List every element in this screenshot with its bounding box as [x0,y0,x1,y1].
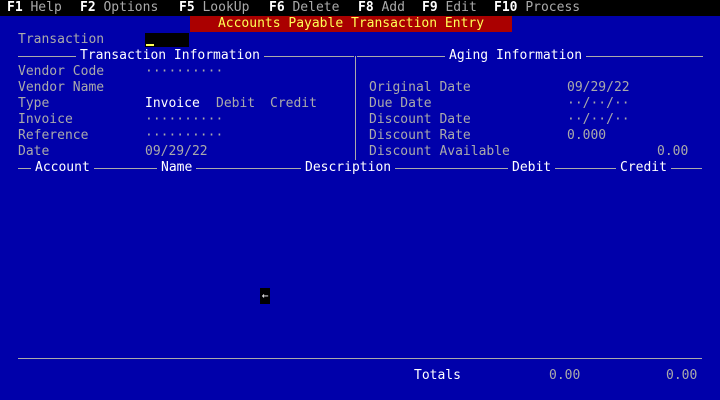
menu-item-process[interactable]: F10 Process [494,0,580,16]
menu-label: Add [381,0,405,15]
transaction-info-heading: Transaction Information [76,48,265,64]
menu-key: F1 [7,0,23,15]
totals-credit: 0.00 [666,368,698,383]
column-header-debit: Debit [508,160,556,176]
reference-field[interactable]: ·········· [145,128,223,144]
menu-key: F10 [494,0,518,15]
invoice-field[interactable]: ·········· [145,112,223,128]
menu-label: Process [525,0,581,15]
column-header-credit: Credit [616,160,671,176]
menu-item-edit[interactable]: F9 Edit [422,0,477,16]
totals-label: Totals [414,368,461,383]
menu-label: Delete [292,0,340,15]
function-key-menu-bar: F1 Help F2 Options F5 LookUp F6 Delete F… [0,0,720,16]
discount-date-field[interactable]: ··/··/·· [567,112,630,128]
menu-key: F8 [358,0,374,15]
menu-item-delete[interactable]: F6 Delete [269,0,339,16]
discount-available-field[interactable]: 0.00 [657,144,688,160]
discount-date-label: Discount Date [369,112,471,127]
menu-label: Options [103,0,159,15]
column-header-name: Name [157,160,197,176]
column-header-description: Description [301,160,396,176]
column-header-account: Account [31,160,94,176]
vendor-code-field[interactable]: ·········· [145,64,223,80]
discount-available-label: Discount Available [369,144,510,159]
type-option-debit[interactable]: Debit [216,96,255,112]
menu-key: F2 [80,0,96,15]
menu-item-options[interactable]: F2 Options [80,0,158,16]
vendor-name-label: Vendor Name [18,80,105,95]
aging-info-heading: Aging Information [445,48,587,64]
menu-label: LookUp [202,0,250,15]
menu-item-help[interactable]: F1 Help [7,0,62,16]
menu-label: Help [30,0,62,15]
due-date-label: Due Date [369,96,432,111]
type-label: Type [18,96,50,111]
due-date-field[interactable]: ··/··/·· [567,96,630,112]
date-label: Date [18,144,50,159]
text-cursor [146,44,154,46]
menu-key: F5 [179,0,195,15]
original-date-label: Original Date [369,80,471,95]
menu-item-lookup[interactable]: F5 LookUp [179,0,249,16]
type-option-invoice[interactable]: Invoice [145,96,200,112]
vendor-code-label: Vendor Code [18,64,105,79]
discount-rate-label: Discount Rate [369,128,471,143]
mouse-pointer: ← [260,288,270,304]
totals-rule [18,358,702,359]
original-date-field[interactable]: 09/29/22 [567,80,630,96]
date-field[interactable]: 09/29/22 [145,144,208,160]
transaction-label: Transaction [18,32,105,47]
totals-debit: 0.00 [549,368,581,383]
window-title: Accounts Payable Transaction Entry [190,16,512,32]
discount-rate-field[interactable]: 0.000 [567,128,606,144]
section-divider [355,56,356,160]
type-option-credit[interactable]: Credit [270,96,317,112]
menu-item-add[interactable]: F8 Add [358,0,405,16]
reference-label: Reference [18,128,89,143]
menu-key: F6 [269,0,285,15]
menu-key: F9 [422,0,438,15]
invoice-label: Invoice [18,112,73,127]
menu-label: Edit [445,0,477,15]
